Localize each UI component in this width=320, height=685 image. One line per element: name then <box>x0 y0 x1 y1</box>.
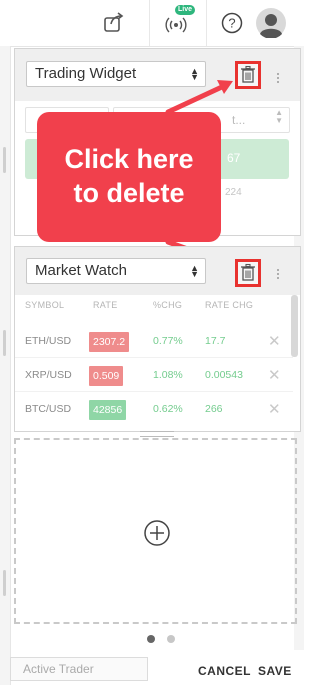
symbol-cell: BTC/USD <box>25 403 72 415</box>
rate-chg-cell: 266 <box>205 403 223 415</box>
plus-circle-icon[interactable] <box>143 519 171 547</box>
rate-cell: 0.509 <box>89 366 124 386</box>
cancel-button[interactable]: CANCEL <box>198 664 251 678</box>
active-trader-label: Active Trader <box>23 662 94 676</box>
column-header-rate: RATE <box>93 300 118 310</box>
table-row[interactable]: BTC/USD 42856 0.62% 266 ✕ <box>15 395 293 425</box>
select-caret-icon: ▲ ▼ <box>190 263 199 279</box>
table-row[interactable]: XRP/USD 0.509 1.08% 0.00543 ✕ <box>15 361 293 392</box>
arrow-to-top-trash <box>165 83 227 115</box>
widget-type-value: Market Watch <box>35 262 127 279</box>
pct-chg-cell: 1.08% <box>153 369 183 381</box>
remove-row-icon[interactable]: ✕ <box>268 366 281 384</box>
delete-widget-button[interactable] <box>235 259 261 287</box>
pct-chg-cell: 0.77% <box>153 335 183 347</box>
remove-row-icon[interactable]: ✕ <box>268 332 281 350</box>
page-dot-active[interactable] <box>147 635 155 643</box>
column-header-rate-chg: RATE CHG <box>205 300 254 310</box>
rate-cell: 42856 <box>89 400 127 420</box>
table-row[interactable]: ETH/USD 2307.2 0.77% 17.7 ✕ <box>15 327 293 358</box>
symbol-cell: XRP/USD <box>25 369 72 381</box>
trash-icon <box>241 263 255 281</box>
pct-chg-cell: 0.62% <box>153 403 183 415</box>
column-header-symbol: SYMBOL <box>25 300 65 310</box>
empty-widget-slot[interactable] <box>14 438 297 624</box>
resize-handle[interactable] <box>140 431 174 437</box>
symbol-cell: ETH/USD <box>25 335 72 347</box>
footer: Active Trader CANCEL SAVE <box>0 655 304 685</box>
rate-cell: 2307.2 <box>89 332 130 352</box>
active-trader-tab[interactable]: Active Trader <box>10 657 148 681</box>
table-scrollbar-thumb[interactable] <box>291 295 298 357</box>
rate-chg-cell: 0.00543 <box>205 369 243 381</box>
market-watch-card: Market Watch ▲ ▼ SYMBOL RATE %CHG RATE CH… <box>14 246 301 432</box>
rate-chg-cell: 17.7 <box>205 335 226 347</box>
drag-handle-icon[interactable] <box>277 269 280 281</box>
widget-type-select[interactable]: Market Watch ▲ ▼ <box>26 258 206 284</box>
page-dot[interactable] <box>167 635 175 643</box>
save-button[interactable]: SAVE <box>258 664 292 678</box>
column-header-pct-chg: %CHG <box>153 300 183 310</box>
remove-row-icon[interactable]: ✕ <box>268 400 281 418</box>
table-header: SYMBOL RATE %CHG RATE CHG <box>15 295 300 315</box>
